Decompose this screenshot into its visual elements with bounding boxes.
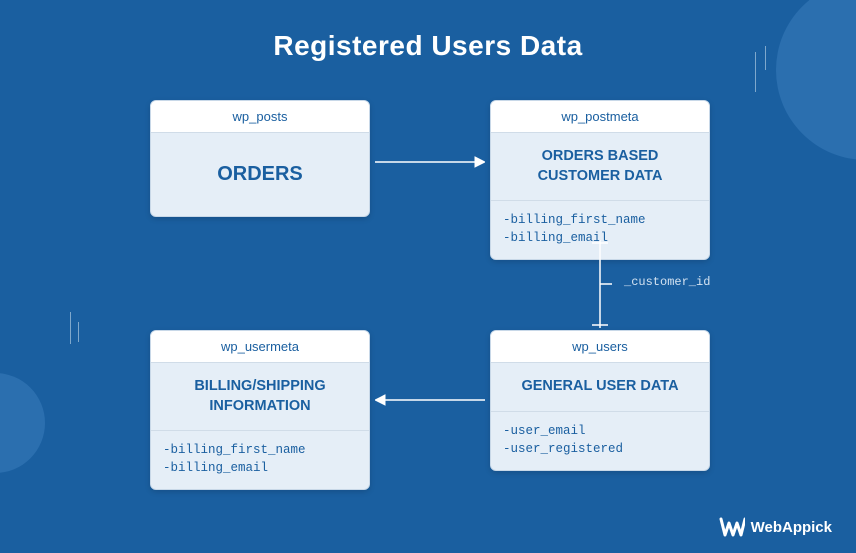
table-content-label: GENERAL USER DATA bbox=[491, 363, 709, 411]
table-card-wp-users: wp_users GENERAL USER DATA -user_email -… bbox=[490, 330, 710, 471]
field-item: -user_registered bbox=[503, 440, 697, 458]
arrow-posts-to-postmeta bbox=[375, 152, 485, 172]
table-name: wp_users bbox=[491, 331, 709, 363]
relation-label-customer-id: _customer_id bbox=[624, 275, 710, 289]
table-card-wp-postmeta: wp_postmeta ORDERS BASED CUSTOMER DATA -… bbox=[490, 100, 710, 260]
table-name: wp_usermeta bbox=[151, 331, 369, 363]
table-fields: -user_email -user_registered bbox=[491, 411, 709, 470]
table-fields: -billing_first_name -billing_email bbox=[151, 430, 369, 489]
decorative-circle-right bbox=[776, 0, 856, 160]
table-name: wp_posts bbox=[151, 101, 369, 133]
field-item: -billing_first_name bbox=[163, 441, 357, 459]
table-name: wp_postmeta bbox=[491, 101, 709, 133]
brand-name: WebAppick bbox=[751, 519, 832, 536]
decorative-circle-left bbox=[0, 373, 45, 473]
connector-postmeta-to-users bbox=[588, 240, 612, 328]
brand-icon bbox=[719, 517, 745, 537]
arrow-users-to-usermeta bbox=[375, 390, 485, 410]
field-item: -user_email bbox=[503, 422, 697, 440]
table-card-wp-usermeta: wp_usermeta BILLING/SHIPPING INFORMATION… bbox=[150, 330, 370, 490]
table-content-label: BILLING/SHIPPING INFORMATION bbox=[151, 363, 369, 430]
field-item: -billing_email bbox=[163, 459, 357, 477]
table-content-label: ORDERS bbox=[151, 133, 369, 216]
brand-logo: WebAppick bbox=[719, 517, 832, 537]
decorative-tick bbox=[78, 322, 79, 342]
table-content-label: ORDERS BASED CUSTOMER DATA bbox=[491, 133, 709, 200]
diagram-title: Registered Users Data bbox=[0, 30, 856, 62]
table-card-wp-posts: wp_posts ORDERS bbox=[150, 100, 370, 217]
decorative-tick bbox=[70, 312, 71, 344]
field-item: -billing_first_name bbox=[503, 211, 697, 229]
